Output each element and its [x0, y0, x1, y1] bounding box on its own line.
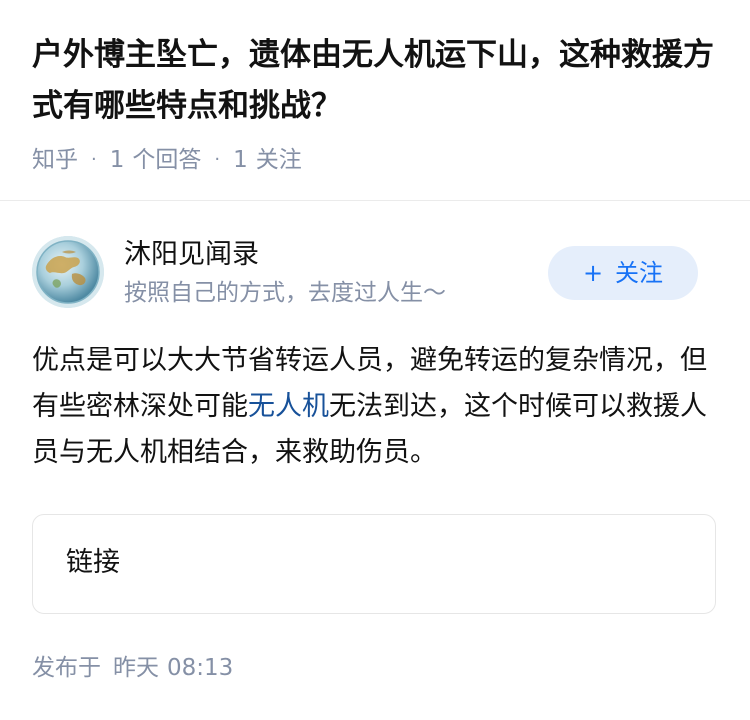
keyword-link[interactable]: 无人机	[248, 391, 329, 422]
author-card: 沐阳见闻录 按照自己的方式，去度过人生～ + 关注	[32, 234, 718, 314]
answer-page: 户外博主坠亡，遗体由无人机运下山，这种救援方式有哪些特点和挑战？ 知乎 · 1个…	[0, 0, 750, 720]
follow-button[interactable]: + 关注	[548, 246, 698, 300]
publish-label: 发布于	[32, 655, 101, 681]
followers-count-link[interactable]: 1 关注	[233, 143, 302, 177]
separator-dot: ·	[214, 149, 221, 170]
separator-dot: ·	[91, 149, 97, 170]
answers-count-link[interactable]: 1 个回答	[110, 143, 202, 177]
section-divider	[0, 200, 750, 201]
answer-content: 优点是可以大大节省转运人员，避免转运的复杂情况，但有些密林深处可能无人机无法到达…	[32, 338, 712, 476]
link-card[interactable]: 链接	[32, 514, 716, 614]
answers-label: 个回答	[132, 147, 202, 173]
earth-globe-icon	[32, 236, 104, 308]
answers-count: 1	[109, 147, 125, 173]
plus-icon: +	[582, 259, 604, 287]
followers-label: 关注	[255, 147, 302, 173]
follow-button-label: 关注	[615, 259, 664, 287]
publish-time: 08:13	[167, 655, 234, 681]
followers-count: 1	[233, 147, 248, 173]
publish-day: 昨天	[113, 655, 159, 681]
author-name[interactable]: 沐阳见闻录	[124, 236, 259, 274]
author-bio: 按照自己的方式，去度过人生～	[124, 280, 446, 306]
author-avatar[interactable]	[32, 236, 104, 308]
publish-info: 发布于 昨天 08:13	[32, 652, 233, 684]
source-label[interactable]: 知乎	[32, 143, 78, 177]
question-title[interactable]: 户外博主坠亡，遗体由无人机运下山，这种救援方式有哪些特点和挑战？	[32, 30, 722, 132]
question-meta: 知乎 · 1 个回答 · 1 关注	[32, 143, 302, 177]
link-card-label: 链接	[66, 547, 120, 578]
